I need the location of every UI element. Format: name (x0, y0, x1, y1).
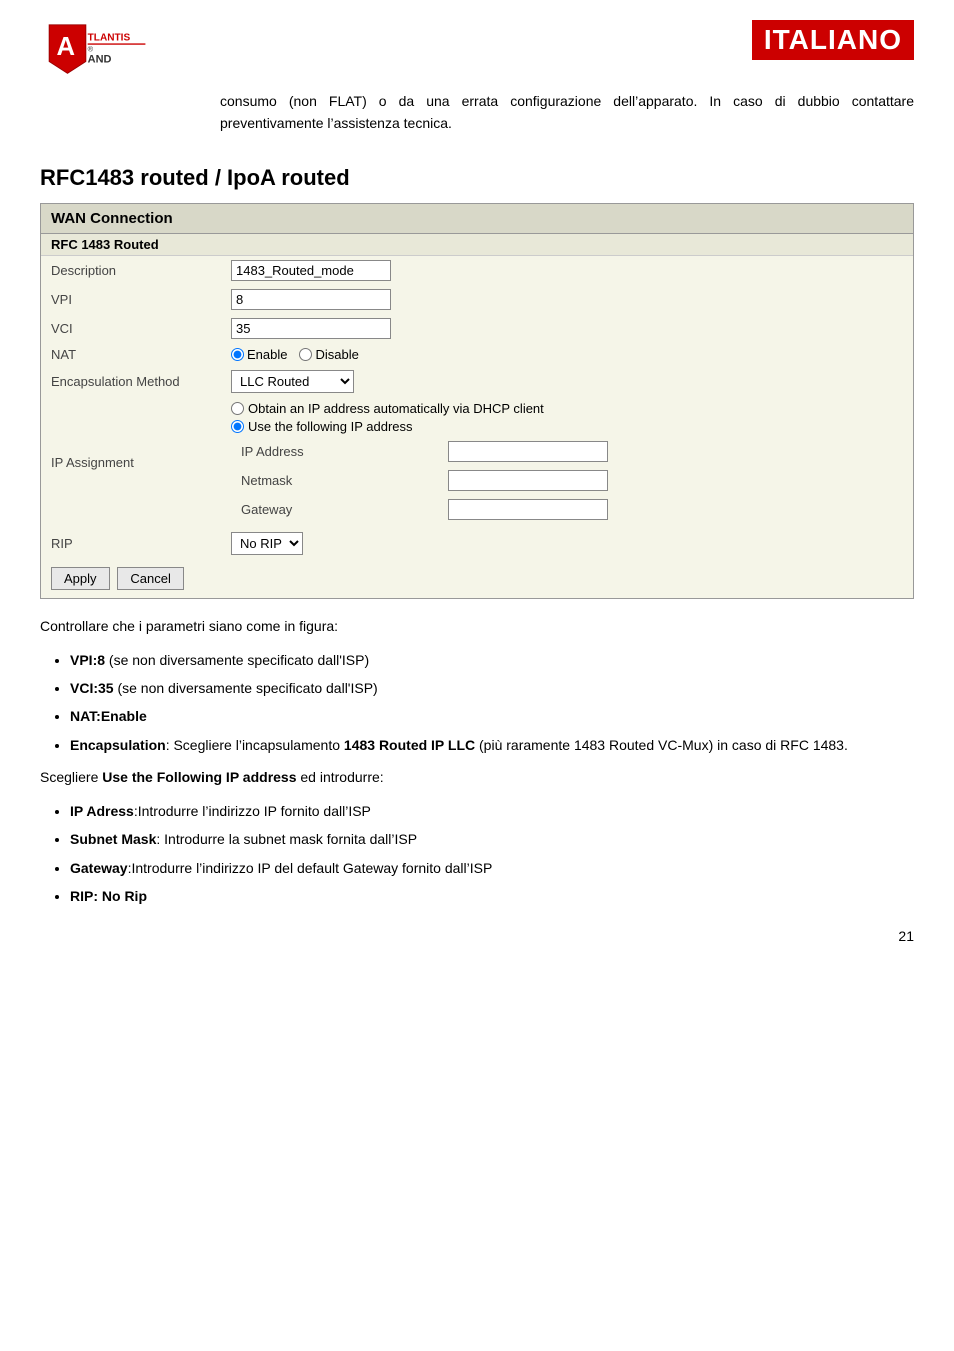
table-row: VPI (41, 285, 913, 314)
wan-box-header: WAN Connection (41, 204, 913, 234)
list-item: VPI:8 (se non diversamente specificato d… (70, 649, 914, 671)
wan-table: RFC 1483 Routed Description VPI VCI NAT (41, 234, 913, 559)
wan-connection-box: WAN Connection RFC 1483 Routed Descripti… (40, 203, 914, 599)
table-row: RIP No RIP RIP 1 RIP 2 (41, 528, 913, 559)
table-row: Netmask (231, 466, 903, 495)
nat-enable-label[interactable]: Enable (231, 347, 287, 362)
check-params-text: Controllare che i parametri siano come i… (40, 615, 914, 639)
table-row: Description (41, 255, 913, 285)
apply-button[interactable]: Apply (51, 567, 110, 590)
button-row: Apply Cancel (41, 559, 913, 598)
logo: A TLANTIS ® AND (40, 20, 150, 80)
table-row: NAT Enable Disable (41, 343, 913, 366)
nat-bold: NAT:Enable (70, 708, 147, 724)
nat-label: NAT (41, 343, 221, 366)
rip-cell: No RIP RIP 1 RIP 2 (221, 528, 913, 559)
list-item: Encapsulation: Scegliere l’incapsulament… (70, 734, 914, 756)
ip-bullet-list: IP Adress:Introdurre l’indirizzo IP forn… (70, 800, 914, 908)
bullet-list: VPI:8 (se non diversamente specificato d… (70, 649, 914, 757)
gateway-rest: :Introdurre l’indirizzo IP del default G… (128, 860, 493, 876)
ip-assignment-label: IP Assignment (41, 397, 221, 528)
vpi-input[interactable] (231, 289, 391, 310)
description-label: Description (41, 255, 221, 285)
vci-label: VCI (41, 314, 221, 343)
svg-text:®: ® (88, 44, 94, 53)
netmask-input[interactable] (448, 470, 608, 491)
table-row: Encapsulation Method LLC Routed VC-Mux R… (41, 366, 913, 397)
ip-dhcp-radio[interactable] (231, 402, 244, 415)
nat-radio-group: Enable Disable (231, 347, 903, 362)
rip-no-rip-bold: RIP: No Rip (70, 888, 147, 904)
nat-cell: Enable Disable (221, 343, 913, 366)
ip-manual-radio[interactable] (231, 420, 244, 433)
list-item: RIP: No Rip (70, 885, 914, 907)
rip-label: RIP (41, 528, 221, 559)
logo-image: A TLANTIS ® AND (40, 20, 150, 80)
section-title: RFC1483 routed / IpoA routed (40, 165, 914, 191)
table-row: VCI (41, 314, 913, 343)
svg-text:A: A (57, 33, 76, 61)
netmask-label: Netmask (231, 466, 438, 495)
vci-bold: VCI:35 (70, 680, 114, 696)
ip-sub-table: IP Address Netmask Gateway (231, 437, 903, 524)
encapsulation-label: Encapsulation Method (41, 366, 221, 397)
encapsulation-cell: LLC Routed VC-Mux Routed (221, 366, 913, 397)
ip-address-label: IP Address (231, 437, 438, 466)
nat-disable-radio[interactable] (299, 348, 312, 361)
ip-adress-bold: IP Adress (70, 803, 134, 819)
language-badge: ITALIANO (752, 20, 914, 60)
vci-input[interactable] (231, 318, 391, 339)
encapsulation-bold: Encapsulation (70, 737, 166, 753)
subnet-mask-bold: Subnet Mask (70, 831, 156, 847)
list-item: NAT:Enable (70, 705, 914, 727)
svg-text:TLANTIS: TLANTIS (88, 32, 131, 43)
cancel-button[interactable]: Cancel (117, 567, 183, 590)
vpi-bold: VPI:8 (70, 652, 105, 668)
svg-text:AND: AND (88, 53, 112, 65)
intro-paragraph: consumo (non FLAT) o da una errata confi… (220, 90, 914, 135)
gateway-label: Gateway (231, 495, 438, 524)
netmask-cell (438, 466, 903, 495)
vpi-cell (221, 285, 913, 314)
subnet-mask-rest: : Introdurre la subnet mask fornita dall… (156, 831, 417, 847)
page-number: 21 (40, 928, 914, 944)
vpi-rest: (se non diversamente specificato dall'IS… (105, 652, 369, 668)
gateway-cell (438, 495, 903, 524)
wan-subheader-row: RFC 1483 Routed (41, 234, 913, 256)
table-row: IP Assignment Obtain an IP address autom… (41, 397, 913, 528)
ip-manual-label: Use the following IP address (248, 419, 413, 434)
vci-cell (221, 314, 913, 343)
ip-dhcp-label: Obtain an IP address automatically via D… (248, 401, 544, 416)
description-input[interactable] (231, 260, 391, 281)
nat-enable-radio[interactable] (231, 348, 244, 361)
ip-address-input[interactable] (448, 441, 608, 462)
table-row: Gateway (231, 495, 903, 524)
list-item: Gateway:Introdurre l’indirizzo IP del de… (70, 857, 914, 879)
gateway-input[interactable] (448, 499, 608, 520)
rip-select[interactable]: No RIP RIP 1 RIP 2 (231, 532, 303, 555)
description-cell (221, 255, 913, 285)
list-item: IP Adress:Introdurre l’indirizzo IP forn… (70, 800, 914, 822)
encapsulation-rest: : Scegliere l’incapsulamento 1483 Routed… (166, 737, 848, 753)
page-header: A TLANTIS ® AND ITALIANO (40, 20, 914, 80)
ip-adress-rest: :Introdurre l’indirizzo IP fornito dall’… (134, 803, 371, 819)
ip-address-cell (438, 437, 903, 466)
vpi-label: VPI (41, 285, 221, 314)
wan-subheader-label: RFC 1483 Routed (41, 234, 913, 256)
nat-disable-label[interactable]: Disable (299, 347, 358, 362)
ip-manual-option: Use the following IP address (231, 419, 903, 434)
list-item: Subnet Mask: Introdurre la subnet mask f… (70, 828, 914, 850)
ip-dhcp-option: Obtain an IP address automatically via D… (231, 401, 903, 416)
vci-rest: (se non diversamente specificato dall'IS… (114, 680, 378, 696)
following-ip-bold: Use the Following IP address (102, 769, 296, 785)
list-item: VCI:35 (se non diversamente specificato … (70, 677, 914, 699)
scegliere-text: Scegliere Use the Following IP address e… (40, 766, 914, 790)
gateway-bold: Gateway (70, 860, 128, 876)
table-row: IP Address (231, 437, 903, 466)
encapsulation-select[interactable]: LLC Routed VC-Mux Routed (231, 370, 354, 393)
ip-assignment-cell: Obtain an IP address automatically via D… (221, 397, 913, 528)
